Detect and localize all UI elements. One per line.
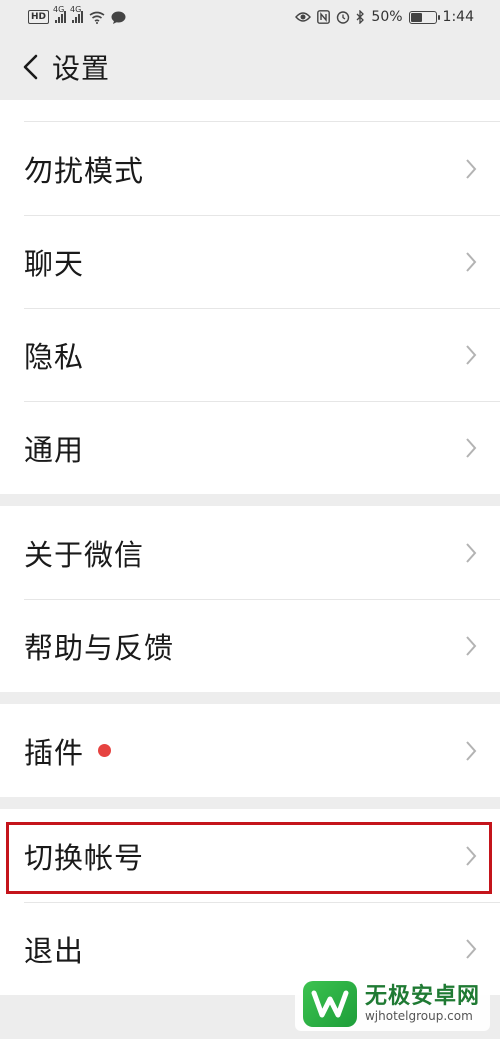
status-time: 1:44 bbox=[442, 9, 474, 25]
signal-tag-2: 4G bbox=[70, 5, 82, 14]
settings-group-1: 勿扰模式 聊天 隐私 通用 bbox=[0, 122, 500, 494]
wifi-icon bbox=[89, 11, 105, 24]
watermark-logo-icon bbox=[302, 981, 357, 1027]
chevron-left-icon bbox=[23, 54, 38, 80]
status-bar: HD 4G 4G 50% 1:44 bbox=[0, 0, 500, 34]
row-chat[interactable]: 聊天 bbox=[0, 215, 500, 308]
hd-badge: HD bbox=[28, 10, 50, 24]
eye-icon bbox=[295, 12, 312, 22]
chevron-right-icon bbox=[466, 740, 477, 761]
group-gap bbox=[0, 797, 500, 809]
row-switch-account[interactable]: 切换帐号 bbox=[0, 809, 500, 902]
row-label: 切换帐号 bbox=[24, 840, 145, 875]
watermark-url: wjhotelgroup.com bbox=[364, 1008, 473, 1023]
page-title: 设置 bbox=[52, 52, 111, 85]
row-label: 隐私 bbox=[24, 339, 85, 374]
watermark-title: 无极安卓网 bbox=[364, 984, 480, 1010]
row-label: 插件 bbox=[24, 730, 112, 772]
nav-header: 设置 bbox=[0, 34, 500, 100]
settings-group-3: 插件 bbox=[0, 704, 500, 797]
row-label: 关于微信 bbox=[24, 537, 145, 572]
back-button[interactable] bbox=[8, 45, 52, 89]
signal-tag: 4G bbox=[53, 5, 65, 14]
row-do-not-disturb[interactable]: 勿扰模式 bbox=[0, 122, 500, 215]
chevron-right-icon bbox=[466, 938, 477, 959]
row-label: 勿扰模式 bbox=[24, 153, 145, 188]
row-label: 通用 bbox=[24, 432, 85, 467]
partial-row bbox=[0, 100, 500, 122]
chevron-right-icon bbox=[466, 251, 477, 272]
row-general[interactable]: 通用 bbox=[0, 401, 500, 494]
chat-bubble-icon bbox=[111, 11, 126, 24]
notification-dot bbox=[98, 744, 112, 757]
chevron-right-icon bbox=[466, 635, 477, 656]
chevron-right-icon bbox=[466, 437, 477, 458]
row-label: 聊天 bbox=[24, 246, 85, 281]
row-label: 退出 bbox=[24, 933, 85, 968]
row-help-feedback[interactable]: 帮助与反馈 bbox=[0, 599, 500, 692]
chevron-right-icon bbox=[466, 542, 477, 563]
row-privacy[interactable]: 隐私 bbox=[0, 308, 500, 401]
signal-icon: 4G bbox=[53, 5, 67, 23]
watermark-text: 无极安卓网 wjhotelgroup.com bbox=[364, 984, 480, 1023]
signal-icon-2: 4G bbox=[70, 5, 84, 23]
battery-percent: 50% bbox=[371, 9, 403, 25]
row-plugins[interactable]: 插件 bbox=[0, 704, 500, 797]
row-label-text: 插件 bbox=[24, 735, 85, 770]
group-gap bbox=[0, 692, 500, 704]
settings-group-2: 关于微信 帮助与反馈 bbox=[0, 506, 500, 692]
nfc-icon bbox=[317, 10, 331, 24]
settings-group-4: 切换帐号 退出 bbox=[0, 809, 500, 995]
status-right: 50% 1:44 bbox=[295, 9, 474, 25]
row-about-wechat[interactable]: 关于微信 bbox=[0, 506, 500, 599]
group-gap bbox=[0, 494, 500, 506]
alarm-icon bbox=[337, 11, 350, 24]
settings-list: 勿扰模式 聊天 隐私 通用 关于微信 帮助与反馈 插件 切换帐号 退出 bbox=[0, 100, 500, 995]
row-label: 帮助与反馈 bbox=[24, 630, 175, 665]
chevron-right-icon bbox=[466, 158, 477, 179]
chevron-right-icon bbox=[466, 344, 477, 365]
status-left: HD 4G 4G bbox=[28, 5, 126, 24]
bluetooth-icon bbox=[356, 10, 365, 24]
watermark: 无极安卓网 wjhotelgroup.com bbox=[294, 977, 490, 1031]
chevron-right-icon bbox=[466, 845, 477, 866]
battery-icon bbox=[408, 10, 440, 24]
